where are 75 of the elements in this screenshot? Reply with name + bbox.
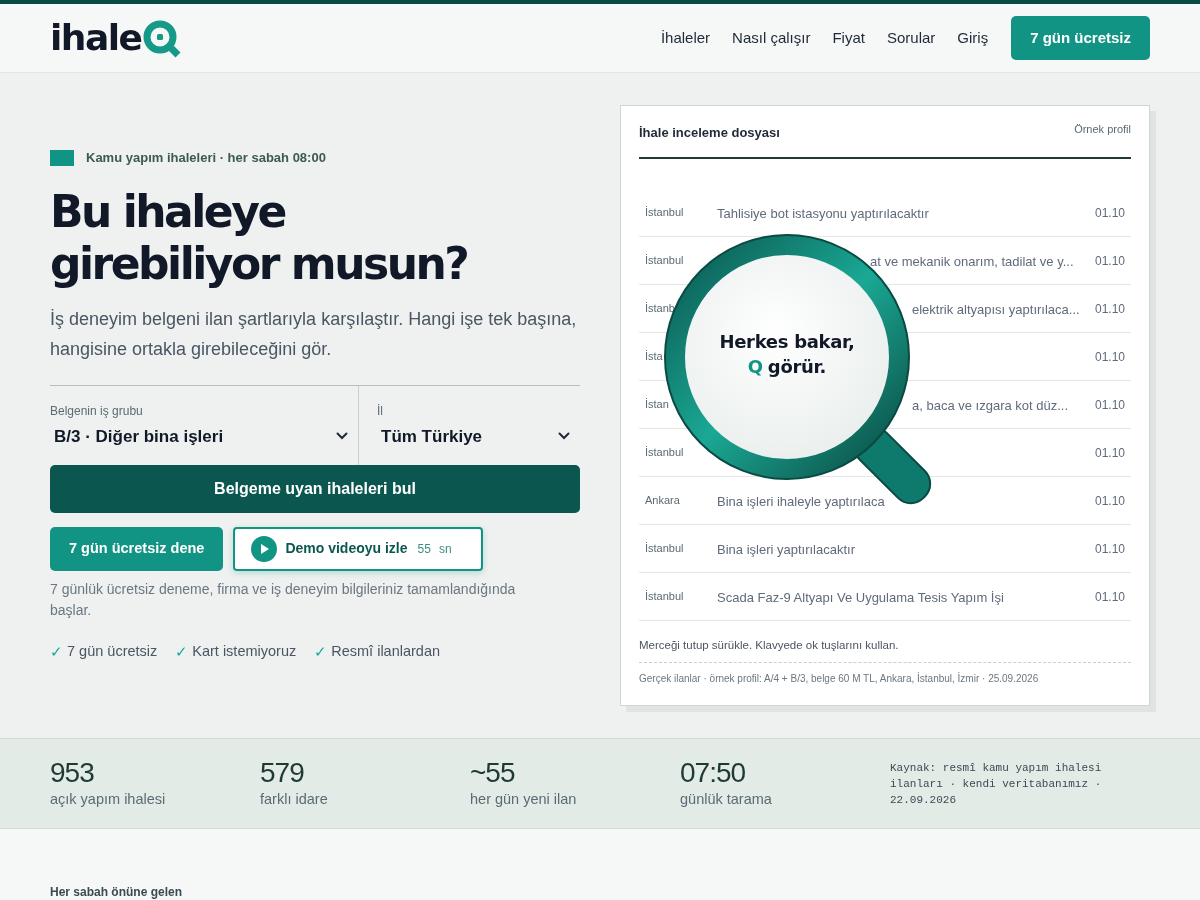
tender-title: Scada Faz-9 Altyapı Ve Uygulama Tesis Yapım İşi	[717, 589, 1004, 605]
city-cell-text: İstanbul	[645, 589, 685, 605]
drag-hint: Merceği tutup sürükle. Klavyede ok tuşlarını kullan.	[639, 638, 900, 653]
date-cell-text: 01.10	[1094, 588, 1125, 606]
trial-note: 7 günlük ücretsiz deneme, firma ve iş deneyim bilgileriniz tamamlandığında başlar.	[50, 579, 517, 620]
tender-title: elektrik altyapısı yaptırılaca...	[912, 301, 1080, 317]
eyebrow-text: Kamu yapım ihaleleri · her sabah 08:00	[86, 149, 326, 167]
city-cell-text: İstan	[645, 397, 670, 413]
chevron-down-icon	[336, 432, 348, 441]
date-cell-text: 01.10	[1094, 540, 1125, 558]
tender-title: a, baca ve ızgara kot düz...	[912, 397, 1069, 413]
hero-lead: İş deneyim belgeni ilan şartlarıyla karşılaştır. Hangi işe tek başına, hangisine ortakla girebileceğini gör.	[50, 307, 578, 361]
trial-cta-button[interactable]: 7 gün ücretsiz	[1011, 16, 1150, 60]
select-value: B/3 · Diğer bina işleri	[54, 425, 224, 448]
city-cell-text: Ankara	[645, 493, 681, 509]
city-cell-text: İstanbul	[645, 541, 685, 557]
select-field[interactable]: İl Tüm Türkiye	[359, 385, 580, 465]
free-trial-button[interactable]: 7 gün ücretsiz dene	[50, 526, 224, 571]
city-cell-text: İstanbul	[645, 205, 685, 221]
select-value: Tüm Türkiye	[381, 425, 483, 448]
date-cell-text: 01.10	[1094, 252, 1125, 270]
play-icon	[251, 535, 278, 562]
city-cell-text: İsta	[645, 349, 664, 365]
date-cell-text: 01.10	[1094, 396, 1125, 414]
select-label: İl	[377, 402, 384, 420]
stat-label: açık yapım ihalesi	[50, 789, 167, 809]
sample-profile-label: Örnek profil	[1074, 122, 1131, 138]
select-label: Belgenin iş grubu	[50, 402, 144, 420]
nav-link[interactable]: Fiyat	[832, 26, 865, 50]
date-cell-text: 01.10	[1094, 348, 1125, 366]
check-icon: ✓	[50, 640, 63, 663]
search-button[interactable]: Belgeme uyan ihaleleri bul	[50, 464, 580, 513]
city-cell-text: İstanbul	[645, 253, 685, 269]
duration-text: 55	[417, 540, 431, 558]
date-cell-text: 01.10	[1094, 444, 1125, 462]
source-note: Kaynak: resmî kamu yapım ihalesi ilanları · kendi veritabanımız · 22.09.2026	[890, 760, 1103, 808]
card-footer-note: Gerçek ilanlar · örnek profil: A/4 + B/3, belge 60 M TL, Ankara, İstanbul, İzmir · 25.09.2026	[639, 671, 1040, 687]
duration-unit: sn	[438, 540, 452, 558]
stat-label: günlük tarama	[680, 789, 773, 809]
demo-video-button[interactable]: Demo videoyu izle 55 sn	[233, 526, 484, 571]
hero-title-line: Bu ihaleye	[50, 185, 285, 238]
date-cell-text: 01.10	[1094, 492, 1125, 510]
brand-logo-text[interactable]: ihale	[50, 20, 142, 56]
feature-text: 7 gün ücretsiz	[67, 641, 158, 661]
feature-text: Resmî ilanlardan	[331, 641, 441, 661]
city-cell-text: İstanbul	[645, 445, 685, 461]
tender-title: Bina işleri yaptırılacaktır	[717, 541, 855, 557]
stat-label: farklı idare	[260, 789, 329, 809]
nav-link[interactable]: Giriş	[957, 26, 989, 50]
select-field[interactable]: Belgenin iş grubu B/3 · Diğer bina işleri	[50, 385, 359, 465]
stat-value: 953	[50, 756, 95, 789]
tender-title: Bina işleri ihaleyle yaptırılaca	[717, 493, 885, 509]
stat-label: her gün yeni ilan	[470, 789, 578, 809]
check-icon: ✓	[314, 640, 328, 663]
date-cell-text: 01.10	[1094, 204, 1125, 222]
eyebrow-marker	[50, 149, 74, 166]
lens-slogan: Herkes bakar,	[719, 330, 855, 354]
nav-link[interactable]: İhaleler	[660, 26, 711, 50]
lens-slogan: görür.	[767, 355, 827, 379]
tender-title: Tahlisiye bot istasyonu yaptırılacaktır	[717, 205, 929, 221]
q-mark: Q	[747, 355, 763, 379]
date-cell-text: 01.10	[1094, 300, 1125, 318]
stat-value: ~55	[470, 756, 516, 789]
nav-link[interactable]: Nasıl çalışır	[732, 26, 811, 50]
check-icon: ✓	[175, 640, 189, 663]
card-title: İhale inceleme dosyası	[639, 123, 780, 142]
stat-value: 579	[260, 756, 305, 789]
tender-title: at ve mekanik onarım, tadilat ve y...	[870, 253, 1074, 269]
nav-link[interactable]: Sorular	[886, 26, 936, 50]
chevron-down-icon	[558, 432, 570, 441]
section-eyebrow: Her sabah önüne gelen	[50, 885, 183, 899]
stat-value: 07:50	[680, 756, 747, 789]
hero-title-line: girebiliyor musun?	[50, 237, 468, 290]
city-cell-text: İstanb	[645, 301, 676, 317]
feature-text: Kart istemiyoruz	[192, 641, 297, 661]
